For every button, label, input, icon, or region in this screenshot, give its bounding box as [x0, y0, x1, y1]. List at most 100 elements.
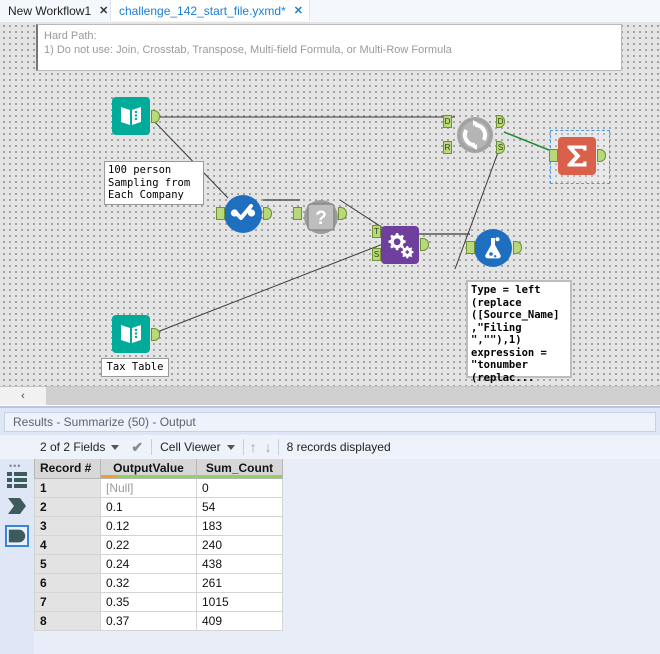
node-multi-field-tool[interactable]: T S	[372, 225, 429, 264]
node-select-tool[interactable]	[216, 195, 272, 233]
input-anchor[interactable]	[293, 207, 302, 220]
rail-item-grid[interactable]	[5, 469, 29, 491]
refresh-circle-icon	[455, 115, 495, 155]
input-anchor-icon	[8, 498, 26, 514]
output-anchor[interactable]	[151, 328, 160, 341]
cell-record: 6	[34, 572, 101, 593]
rail-item-input[interactable]	[5, 495, 29, 517]
table-row[interactable]: 1 [Null] 0	[34, 477, 283, 498]
results-pane: Results - Summarize (50) - Output 2 of 2…	[0, 406, 660, 654]
canvas-comment-box[interactable]: Hard Path: 1) Do not use: Join, Crosstab…	[36, 24, 622, 71]
node-input-data-1[interactable]	[112, 97, 160, 135]
scroll-left-icon[interactable]: ‹	[0, 387, 46, 405]
cell-sumcount[interactable]: 438	[196, 553, 283, 574]
cell-record: 7	[34, 591, 101, 612]
cell-outputvalue[interactable]: 0.12	[100, 515, 197, 536]
table-row[interactable]: 7 0.35 1015	[34, 591, 283, 612]
cell-outputvalue[interactable]: 0.35	[100, 591, 197, 612]
record-count-label: 8 records displayed	[286, 440, 391, 454]
output-anchor[interactable]	[420, 238, 429, 251]
column-header-outputvalue[interactable]: OutputValue	[100, 459, 197, 479]
node-label-tax-table[interactable]: Tax Table	[101, 358, 169, 377]
formula-annotation[interactable]: Type = left (replace ([Source_Name] ,"Fi…	[466, 280, 572, 384]
output-anchor-s[interactable]: S	[496, 141, 505, 154]
fields-selector[interactable]: 2 of 2 Fields	[34, 435, 125, 459]
output-anchor-d[interactable]: D	[496, 115, 505, 128]
input-anchor[interactable]	[549, 149, 558, 162]
table-row[interactable]: 3 0.12 183	[34, 515, 283, 536]
tab-label: New Workflow1	[8, 3, 92, 18]
scroll-down-icon[interactable]: ↓	[261, 435, 276, 459]
cell-sumcount[interactable]: 240	[196, 534, 283, 555]
column-header-sumcount[interactable]: Sum_Count	[196, 459, 283, 479]
tab-new-workflow1[interactable]: New Workflow1 ✕	[0, 0, 115, 21]
table-row[interactable]: 8 0.37 409	[34, 610, 283, 631]
table-row[interactable]: 4 0.22 240	[34, 534, 283, 555]
table-row[interactable]: 2 0.1 54	[34, 496, 283, 517]
canvas-hscrollbar[interactable]: ‹	[0, 386, 660, 405]
cell-sumcount[interactable]: 261	[196, 572, 283, 593]
cell-record: 5	[34, 553, 101, 574]
sigma-icon	[558, 137, 596, 175]
check-dots-icon	[224, 195, 262, 233]
apply-check-icon[interactable]: ✔	[125, 435, 149, 459]
cell-outputvalue[interactable]: 0.24	[100, 553, 197, 574]
cell-sumcount[interactable]: 0	[196, 477, 283, 498]
table-header-row: Record # OutputValue Sum_Count	[34, 459, 283, 479]
table-body: 1 [Null] 0 2 0.1 54 3 0.12 183 4 0.22 24…	[34, 477, 283, 631]
cell-outputvalue[interactable]: 0.1	[100, 496, 197, 517]
cell-outputvalue[interactable]: [Null]	[100, 477, 197, 498]
node-macro-unknown[interactable]: ?	[293, 197, 347, 237]
output-anchor[interactable]	[151, 110, 160, 123]
close-icon[interactable]: ✕	[294, 4, 303, 17]
output-anchor[interactable]	[513, 241, 522, 254]
chevron-down-icon[interactable]	[111, 444, 120, 450]
comment-line-1: Hard Path:	[44, 30, 97, 42]
column-type-bar	[197, 474, 282, 478]
output-anchor-icon	[8, 529, 26, 543]
input-anchor-r[interactable]: R	[443, 141, 452, 154]
cell-sumcount[interactable]: 183	[196, 515, 283, 536]
node-label-input-1[interactable]: 100 person Sampling from Each Company	[104, 161, 204, 205]
close-icon[interactable]: ✕	[99, 4, 108, 17]
scroll-up-icon[interactable]: ↑	[246, 435, 261, 459]
table-row[interactable]: 6 0.32 261	[34, 572, 283, 593]
scroll-track[interactable]	[46, 387, 660, 405]
viewer-label: Cell Viewer	[160, 440, 221, 454]
viewer-selector[interactable]: Cell Viewer	[154, 435, 240, 459]
divider	[242, 439, 244, 455]
cell-sumcount[interactable]: 1015	[196, 591, 283, 612]
cell-sumcount[interactable]: 54	[196, 496, 283, 517]
input-anchor-d[interactable]: D	[443, 115, 452, 128]
results-toolbar: 2 of 2 Fields ✔ Cell Viewer ↑ ↓ 8 record…	[0, 435, 660, 459]
divider	[151, 439, 153, 455]
input-anchor-s[interactable]: S	[372, 248, 381, 261]
input-anchor-t[interactable]: T	[372, 225, 381, 238]
cell-outputvalue[interactable]: 0.37	[100, 610, 197, 631]
input-anchor[interactable]	[466, 241, 475, 254]
rail-item-output[interactable]	[5, 525, 29, 547]
cell-outputvalue[interactable]: 0.32	[100, 572, 197, 593]
output-anchor[interactable]	[338, 207, 347, 220]
tab-challenge-file[interactable]: challenge_142_start_file.yxmd* ✕	[110, 0, 310, 21]
comment-line-2: 1) Do not use: Join, Crosstab, Transpose…	[44, 44, 452, 56]
node-summarize[interactable]	[549, 137, 606, 175]
cell-sumcount[interactable]: 409	[196, 610, 283, 631]
column-type-bar	[101, 474, 196, 478]
column-header-record[interactable]: Record #	[34, 459, 101, 479]
list-grid-icon	[7, 472, 27, 488]
table-row[interactable]: 5 0.24 438	[34, 553, 283, 574]
input-anchor[interactable]	[216, 207, 225, 220]
gears-icon	[381, 226, 419, 264]
output-anchor[interactable]	[263, 207, 272, 220]
results-table-container[interactable]: Record # OutputValue Sum_Count 1 [Null] …	[34, 459, 660, 654]
node-dynamic-rename[interactable]: D R D S	[443, 115, 505, 155]
cell-outputvalue[interactable]: 0.22	[100, 534, 197, 555]
cell-record: 3	[34, 515, 101, 536]
results-rail: •••	[0, 459, 34, 654]
cell-record: 8	[34, 610, 101, 631]
chevron-down-icon[interactable]	[226, 444, 235, 450]
node-input-data-2[interactable]	[112, 315, 160, 353]
node-formula-flask[interactable]	[466, 229, 522, 267]
workflow-canvas[interactable]: Hard Path: 1) Do not use: Join, Crosstab…	[0, 22, 660, 386]
